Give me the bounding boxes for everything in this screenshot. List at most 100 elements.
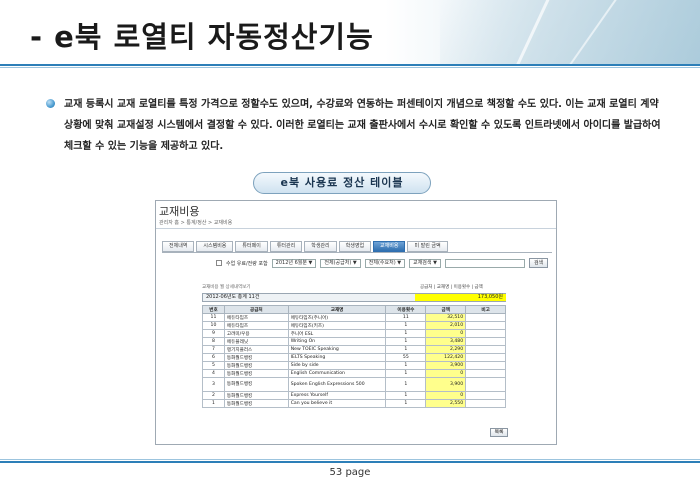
slide-header: - e북 로열티 자동정산기능 [0, 0, 700, 77]
cell-note [465, 361, 506, 370]
cell-amount: 0 [425, 391, 467, 400]
footer-divider-thin [0, 459, 700, 460]
cell-note [465, 345, 506, 354]
search-button[interactable]: 검색 [528, 258, 549, 268]
table-row: 1 동화월드뱅킹 Can you believe it 1 2,550 [202, 399, 506, 408]
cell-no: 9 [202, 329, 225, 338]
checkbox-label: 수업 유료/전량 포함 [226, 260, 268, 267]
cell-no: 2 [202, 391, 225, 400]
cell-note [465, 329, 506, 338]
tab-textbook-cost[interactable]: 교재비용 [373, 241, 406, 252]
cell-amount: 0 [425, 369, 467, 378]
cell-book: New TOEIC Speaking [287, 345, 387, 354]
cell-note [465, 337, 506, 346]
cell-count: 1 [385, 399, 427, 408]
divider [156, 228, 556, 229]
table-header-row: 번호 공급처 교재명 이용횟수 금액 비고 [202, 305, 506, 314]
cell-note [465, 391, 506, 400]
table-row: 10 에듀타임즈 에듀타임즈(키즈) 1 2,010 [202, 321, 506, 330]
cell-amount: 122,420 [425, 353, 467, 362]
cell-book: 에듀타임즈(주니어) [287, 313, 387, 322]
cell-count: 11 [385, 313, 427, 322]
cell-vendor: 동화월드뱅킹 [223, 361, 289, 370]
tab-tutor-pay[interactable]: 튜터페이 [235, 241, 268, 252]
cell-vendor: 에듀플레닛 [223, 337, 289, 346]
sort-links[interactable]: 공급처 | 교재명 | 이용횟수 | 금액 [420, 284, 483, 290]
tab-unpaid-amount[interactable]: 미 발린 금액 [407, 241, 448, 252]
cell-book: Writing On [287, 337, 387, 346]
cell-amount: 3,900 [425, 377, 467, 392]
footer-divider [0, 461, 700, 463]
tab-system-cost[interactable]: 시스템비용 [196, 241, 234, 252]
slide-title: - e북 로열티 자동정산기능 [30, 20, 374, 54]
decoration-stripe [564, 0, 618, 73]
cell-book: 주니어 ESL [287, 329, 387, 338]
type-select[interactable]: 전체(수요처) ▼ [364, 258, 406, 268]
column-header: 공급처 [223, 305, 289, 314]
table-note[interactable]: 교재비용 월 상세내역보기 [202, 284, 250, 290]
cell-amount: 2,550 [425, 399, 467, 408]
table-row: 3 동화월드뱅킹 Spoken English Expressions 500 … [202, 377, 506, 392]
include-checkbox[interactable] [216, 260, 222, 266]
cell-count: 1 [385, 369, 427, 378]
column-header: 번호 [202, 305, 225, 314]
cell-note [465, 313, 506, 322]
cell-count: 55 [385, 353, 427, 362]
table-row: 11 에듀타임즈 에듀타임즈(주니어) 11 32,510 [202, 313, 506, 322]
tab-tutor-management[interactable]: 튜터관리 [269, 241, 303, 252]
summary-total: 173,050원 [415, 294, 506, 301]
cell-book: IELTS Speaking [287, 353, 387, 362]
search-input[interactable] [444, 258, 525, 268]
table-row: 6 동화월드뱅킹 IELTS Speaking 55 122,420 [202, 353, 506, 362]
cell-vendor: 동화월드뱅킹 [223, 369, 289, 378]
cell-vendor: 동화월드뱅킹 [223, 377, 289, 392]
cell-no: 4 [202, 369, 225, 378]
cell-no: 6 [202, 353, 225, 362]
bullet-icon [46, 99, 55, 108]
tab-bar: 전체내역 시스템비용 튜터페이 튜터관리 학생관리 학생영업 교재비용 미 발린… [162, 241, 448, 252]
cell-no: 7 [202, 345, 225, 354]
tab-student-sales[interactable]: 학생영업 [338, 241, 372, 252]
header-decoration [440, 0, 700, 77]
table-row: 9 고려미/우용 주니어 ESL 1 0 [202, 329, 506, 338]
cell-book: Side by side [287, 361, 387, 370]
cell-count: 1 [385, 391, 427, 400]
cell-vendor: 에듀타임즈 [223, 321, 289, 330]
summary-label: 2012-06년도 총계 11건 [206, 294, 260, 300]
header-divider-thin [0, 67, 700, 68]
cell-count: 1 [385, 361, 427, 370]
vendor-select[interactable]: 전체(공급처) ▼ [320, 258, 361, 268]
page-number: 53 page [329, 467, 371, 478]
tab-all-history[interactable]: 전체내역 [162, 241, 195, 252]
cell-book: English Communication [287, 369, 387, 378]
cell-no: 10 [202, 321, 225, 330]
cell-note [465, 369, 506, 378]
cell-book: 에듀타임즈(키즈) [287, 321, 387, 330]
table-row: 4 동화월드뱅킹 English Communication 1 0 [202, 369, 506, 378]
cost-table: 번호 공급처 교재명 이용횟수 금액 비고 11 에듀타임즈 에듀타임즈(주니어… [202, 305, 506, 408]
cell-note [465, 353, 506, 362]
period-select[interactable]: 2012년 6월분 ▼ [271, 258, 317, 268]
cell-amount: 3,480 [425, 337, 467, 346]
breadcrumb: 관리자 홈 > 통계/정산 > 교재비용 [159, 220, 233, 226]
cell-no: 11 [202, 313, 225, 322]
table-row: 8 에듀플레닛 Writing On 1 3,480 [202, 337, 506, 346]
list-button[interactable]: 목록 [490, 428, 508, 437]
cell-vendor: 고려미/우용 [223, 329, 289, 338]
tab-student-management[interactable]: 학생관리 [304, 241, 337, 252]
header-divider [0, 64, 700, 66]
cell-count: 1 [385, 345, 427, 354]
cell-no: 8 [202, 337, 225, 346]
cell-note [465, 399, 506, 408]
cell-no: 5 [202, 361, 225, 370]
cell-vendor: 에듀타임즈 [223, 313, 289, 322]
table-row: 5 동화월드뱅킹 Side by side 1 3,900 [202, 361, 506, 370]
cell-amount: 32,510 [425, 313, 467, 322]
cell-vendor: 동화월드뱅킹 [223, 399, 289, 408]
search-type-select[interactable]: 교재검색 ▼ [409, 258, 441, 268]
cell-amount: 2,010 [425, 321, 467, 330]
cell-count: 1 [385, 329, 427, 338]
cell-book: Spoken English Expressions 500 [287, 377, 387, 392]
column-header: 이용횟수 [385, 305, 427, 314]
column-header: 비고 [465, 305, 506, 314]
